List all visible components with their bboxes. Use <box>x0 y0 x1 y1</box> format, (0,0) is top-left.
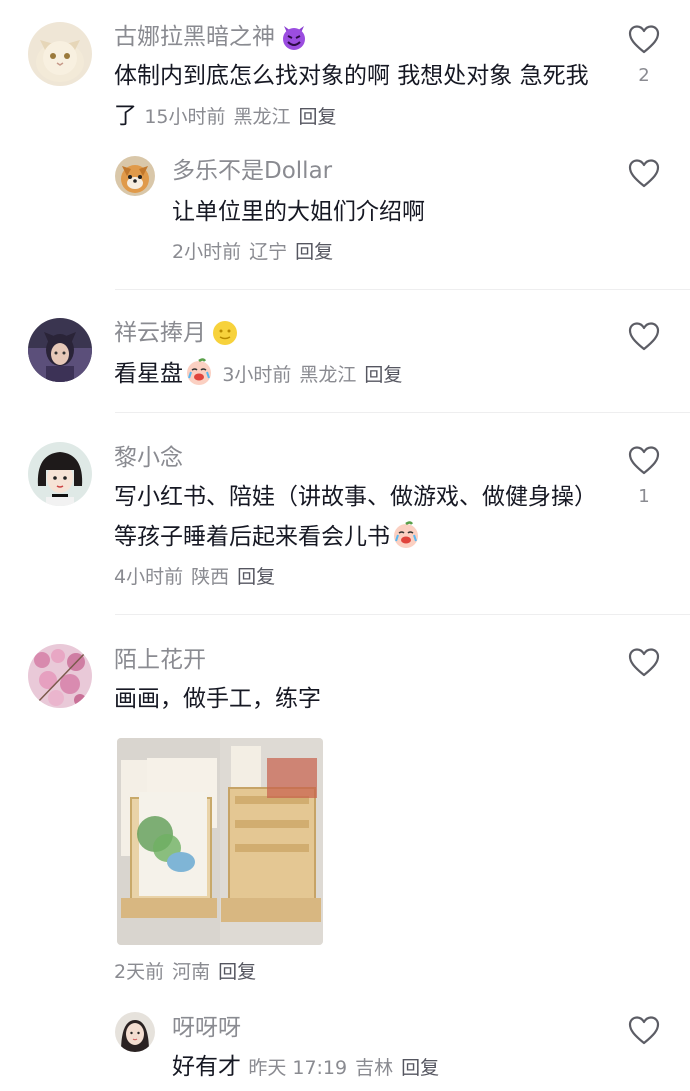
comment-location: 吉林 <box>355 1057 394 1079</box>
reply-button[interactable]: 回复 <box>237 566 275 588</box>
username[interactable]: 呀呀呀 <box>172 1013 241 1043</box>
like-count: 2 <box>638 65 650 86</box>
comment-location: 陕西 <box>191 566 230 588</box>
reply-button[interactable]: 回复 <box>299 106 337 128</box>
divider <box>115 289 690 290</box>
heart-icon <box>628 159 660 188</box>
username[interactable]: 黎小念 <box>114 443 183 473</box>
like-button[interactable] <box>627 321 661 351</box>
comment-text: 写小红书、陪娃（讲故事、做游戏、做健身操）等孩子睡着后起来看会儿书 <box>114 484 597 550</box>
comment-text: 看星盘 3小时前 黑龙江 回复 <box>114 354 594 395</box>
like-count: 1 <box>638 486 650 507</box>
comment-meta: 3小时前 黑龙江 回复 <box>222 364 402 386</box>
reply-button[interactable]: 回复 <box>364 364 402 386</box>
comment-time: 4小时前 <box>114 566 184 588</box>
avatar[interactable] <box>28 318 92 382</box>
comment-meta: 4小时前 陕西 回复 <box>114 562 275 592</box>
avatar[interactable] <box>28 22 92 86</box>
heart-icon <box>628 446 660 475</box>
comment-time: 3小时前 <box>222 364 292 386</box>
smiling-devil-icon <box>279 22 309 52</box>
comment-time: 15小时前 <box>144 106 226 128</box>
comment-time: 2小时前 <box>172 241 242 263</box>
username[interactable]: 多乐不是Dollar <box>172 156 332 186</box>
comment-text: 让单位里的大姐们介绍啊 <box>172 199 425 225</box>
heart-icon <box>628 25 660 54</box>
like-button[interactable]: 2 <box>627 24 661 86</box>
comment-location: 河南 <box>172 961 211 983</box>
comment-meta: 2小时前 辽宁 回复 <box>172 237 333 267</box>
comment-text: 好有才 昨天 17:19 吉林 回复 <box>172 1054 440 1080</box>
moon-face-icon <box>210 318 240 348</box>
comment-location: 辽宁 <box>249 241 288 263</box>
username[interactable]: 古娜拉黑暗之神 <box>114 22 309 52</box>
comment-meta: 昨天 17:19 吉林 回复 <box>248 1057 439 1079</box>
comment-time: 昨天 17:19 <box>248 1057 348 1079</box>
heart-icon <box>628 1016 660 1045</box>
reply-button[interactable]: 回复 <box>295 241 333 263</box>
username[interactable]: 祥云捧月 <box>114 318 240 348</box>
comment-text: 画画，做手工，练字 <box>114 686 321 712</box>
divider <box>115 412 690 413</box>
avatar[interactable] <box>28 442 92 506</box>
reply-button[interactable]: 回复 <box>218 961 256 983</box>
heart-icon <box>628 648 660 677</box>
comment-text: 体制内到底怎么找对象的啊 我想处对象 急死我了 15小时前 黑龙江 回复 <box>114 63 589 129</box>
comment-meta: 2天前 河南 回复 <box>114 957 256 987</box>
reply-button[interactable]: 回复 <box>401 1057 439 1079</box>
like-button[interactable]: 1 <box>627 445 661 507</box>
avatar[interactable] <box>115 156 155 196</box>
like-button[interactable] <box>627 1015 661 1045</box>
crying-laughing-peach-icon <box>392 521 420 549</box>
crying-laughing-peach-icon <box>185 358 213 386</box>
divider <box>115 614 690 615</box>
username[interactable]: 陌上花开 <box>114 645 206 675</box>
avatar[interactable] <box>28 644 92 708</box>
heart-icon <box>628 322 660 351</box>
comment-location: 黑龙江 <box>299 364 357 386</box>
like-button[interactable] <box>627 647 661 677</box>
comment-image[interactable] <box>117 738 323 945</box>
comment-location: 黑龙江 <box>233 106 291 128</box>
avatar[interactable] <box>115 1012 155 1052</box>
like-button[interactable] <box>627 158 661 188</box>
comment-meta: 15小时前 黑龙江 回复 <box>144 106 336 128</box>
comment-time: 2天前 <box>114 961 165 983</box>
